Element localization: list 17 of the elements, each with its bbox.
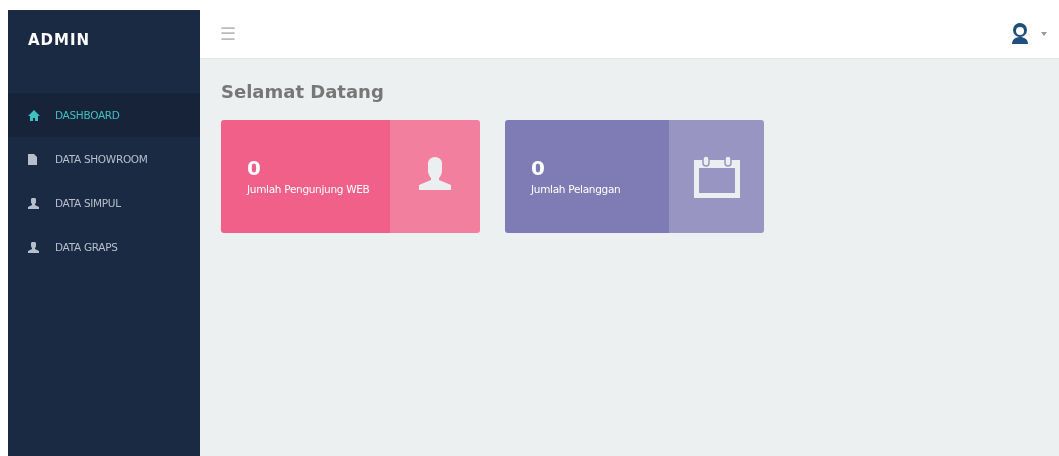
calendar-icon <box>693 155 740 198</box>
sidebar-item[interactable]: DATA SHOWROOM <box>8 137 200 181</box>
sidebar-item[interactable]: DATA SIMPUL <box>8 181 200 225</box>
user-icon <box>28 241 39 253</box>
document-icon <box>28 153 37 165</box>
avatar-icon[interactable] <box>1009 22 1031 46</box>
sidebar-item[interactable]: DASHBOARD <box>8 93 200 137</box>
sidebar-item[interactable]: DATA GRAPS <box>8 225 200 269</box>
caret-icon[interactable] <box>1041 32 1047 36</box>
page-title: Selamat Datang <box>221 81 385 102</box>
stat-value: 0 <box>531 157 546 179</box>
stat-label: Jumlah Pengunjung WEB <box>247 183 371 195</box>
user-icon <box>28 197 39 209</box>
stat-value: 0 <box>247 157 262 179</box>
stat-label: Jumlah Pelanggan <box>531 183 622 195</box>
home-icon <box>28 109 40 121</box>
brand-title: ADMIN <box>27 30 92 51</box>
